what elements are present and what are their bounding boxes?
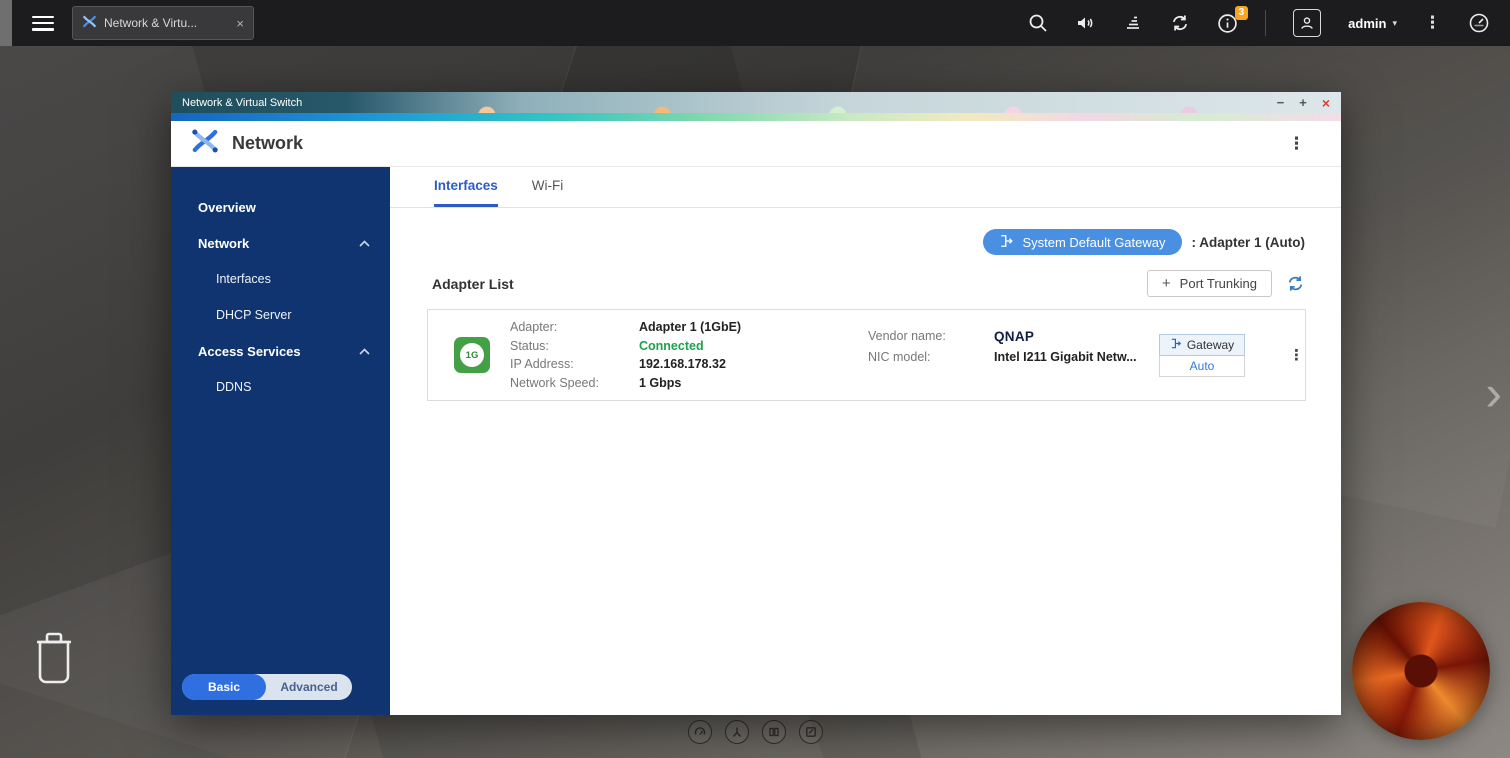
sidebar-item-interfaces[interactable]: Interfaces — [171, 261, 390, 297]
window-body: Overview Network Interfaces DHCP Server … — [171, 167, 1341, 715]
tab-bar: Interfaces Wi-Fi — [390, 167, 1341, 208]
content-area: Interfaces Wi-Fi System Default Gateway … — [390, 167, 1341, 715]
notes-icon[interactable] — [799, 720, 823, 744]
gateway-icon — [1170, 338, 1182, 352]
edge-strip — [0, 0, 12, 46]
sidebar-item-ddns[interactable]: DDNS — [171, 369, 390, 405]
vendor-fields: Vendor name: QNAP NIC model: Intel I211 … — [868, 326, 1153, 368]
notifications-icon[interactable]: 3 — [1217, 13, 1238, 34]
ip-address-value: 192.168.178.32 — [639, 355, 840, 374]
adapter-speed-label: 1G — [460, 343, 484, 367]
refresh-icon[interactable] — [1286, 274, 1305, 293]
mode-toggle: Basic Advanced — [182, 674, 352, 700]
adapter-row: 1G Adapter: Adapter 1 (1GbE) Status: Con… — [427, 309, 1306, 401]
chevron-up-icon — [359, 240, 370, 247]
sidebar-item-access-services[interactable]: Access Services — [171, 333, 390, 369]
taskbar-tab-label: Network & Virtu... — [104, 16, 229, 30]
nic-model-value: Intel I211 Gigabit Netw... — [994, 347, 1153, 368]
port-trunking-label: Port Trunking — [1180, 276, 1257, 291]
gateway-controls: Gateway Auto — [1159, 334, 1245, 377]
field-label: NIC model: — [868, 347, 994, 368]
network-app-icon — [191, 128, 219, 159]
system-default-gateway-row: System Default Gateway : Adapter 1 (Auto… — [390, 229, 1341, 255]
vendor-logo: QNAP — [994, 326, 1153, 347]
gateway-icon — [999, 234, 1014, 251]
user-icon[interactable] — [1293, 9, 1321, 37]
field-label: Network Speed: — [510, 374, 639, 393]
tab-wifi[interactable]: Wi-Fi — [532, 167, 563, 207]
sidebar-item-label: DHCP Server — [216, 308, 291, 322]
app-header: Network ⋮ — [171, 121, 1341, 167]
default-gateway-value: : Adapter 1 (Auto) — [1192, 235, 1306, 250]
sidebar-item-label: DDNS — [216, 380, 251, 394]
topbar-icons: 3 admin ▾ ⋮ — [1028, 9, 1510, 37]
volume-icon[interactable] — [1075, 13, 1096, 33]
sidebar-item-label: Access Services — [198, 344, 301, 359]
background-tasks-icon[interactable] — [1123, 13, 1143, 33]
desktop-panels-icon[interactable] — [762, 720, 786, 744]
desktop-footer-icons — [0, 720, 1510, 744]
adapter-list-header: Adapter List + Port Trunking — [390, 270, 1341, 297]
topbar-divider — [1265, 10, 1266, 36]
window-titlebar[interactable]: Network & Virtual Switch − + × — [171, 92, 1341, 113]
sync-icon[interactable] — [1170, 13, 1190, 33]
network-switch-icon — [82, 14, 97, 32]
user-menu[interactable]: admin ▾ — [1348, 16, 1397, 31]
field-label: IP Address: — [510, 355, 639, 374]
more-options-icon[interactable]: ⋮ — [1424, 13, 1441, 33]
status-badge: Connected — [639, 337, 840, 356]
basic-mode-button[interactable]: Basic — [182, 674, 266, 700]
adapter-speed-icon: 1G — [454, 337, 490, 373]
desktop: Network & Virtu... × — [0, 0, 1510, 758]
app-more-icon[interactable]: ⋮ — [1288, 134, 1305, 154]
taskbar-tab-network-virtual-switch[interactable]: Network & Virtu... × — [72, 6, 254, 40]
chevron-down-icon: ▾ — [1392, 18, 1397, 29]
advanced-mode-button[interactable]: Advanced — [266, 680, 352, 694]
brand-logo — [1352, 602, 1490, 740]
maximize-icon[interactable]: + — [1299, 96, 1307, 109]
adapter-row-menu-icon[interactable]: ⋮ — [1289, 346, 1304, 364]
sidebar-item-label: Overview — [198, 200, 256, 215]
gateway-auto-button[interactable]: Auto — [1159, 356, 1245, 377]
sidebar-item-overview[interactable]: Overview — [171, 189, 390, 225]
field-label: Adapter: — [510, 318, 639, 337]
adapter-fields: Adapter: Adapter 1 (1GbE) Status: Connec… — [510, 318, 840, 392]
adapter-name-value: Adapter 1 (1GbE) — [639, 318, 840, 337]
tab-interfaces[interactable]: Interfaces — [434, 167, 498, 207]
chevron-up-icon — [359, 348, 370, 355]
page-title: Network — [232, 133, 303, 154]
tab-close-icon[interactable]: × — [236, 16, 244, 31]
sidebar-item-label: Interfaces — [216, 272, 271, 286]
main-menu-icon[interactable] — [32, 16, 54, 31]
adapter-list-title: Adapter List — [432, 276, 1147, 292]
sidebar: Overview Network Interfaces DHCP Server … — [171, 167, 390, 715]
gateway-button-label: System Default Gateway — [1022, 235, 1165, 250]
network-speed-value: 1 Gbps — [639, 374, 840, 393]
username-label: admin — [1348, 16, 1386, 31]
plus-icon: + — [1162, 275, 1171, 292]
notification-badge: 3 — [1235, 6, 1249, 20]
window-controls: − + × — [1277, 92, 1330, 113]
port-trunking-button[interactable]: + Port Trunking — [1147, 270, 1272, 297]
quick-launch-icon[interactable] — [725, 720, 749, 744]
network-virtual-switch-window: Network & Virtual Switch − + × Network ⋮ — [171, 92, 1341, 714]
search-icon[interactable] — [1028, 13, 1048, 33]
gateway-toggle-button[interactable]: Gateway — [1159, 334, 1245, 356]
top-bar: Network & Virtu... × — [0, 0, 1510, 46]
dashboard-icon[interactable] — [688, 720, 712, 744]
recycle-bin-icon[interactable] — [30, 630, 78, 691]
sidebar-item-dhcp-server[interactable]: DHCP Server — [171, 297, 390, 333]
field-label: Vendor name: — [868, 326, 994, 347]
desktop-next-page-chevron[interactable]: › — [1485, 368, 1502, 418]
gateway-toggle-label: Gateway — [1187, 338, 1234, 352]
rainbow-accent-strip — [171, 113, 1341, 121]
sidebar-item-label: Network — [198, 236, 249, 251]
system-default-gateway-button[interactable]: System Default Gateway — [983, 229, 1181, 255]
field-label: Status: — [510, 337, 639, 356]
window-title: Network & Virtual Switch — [182, 97, 302, 109]
dashboard-gauge-icon[interactable] — [1468, 12, 1490, 34]
minimize-icon[interactable]: − — [1277, 96, 1285, 109]
close-icon[interactable]: × — [1322, 96, 1330, 110]
sidebar-item-network[interactable]: Network — [171, 225, 390, 261]
